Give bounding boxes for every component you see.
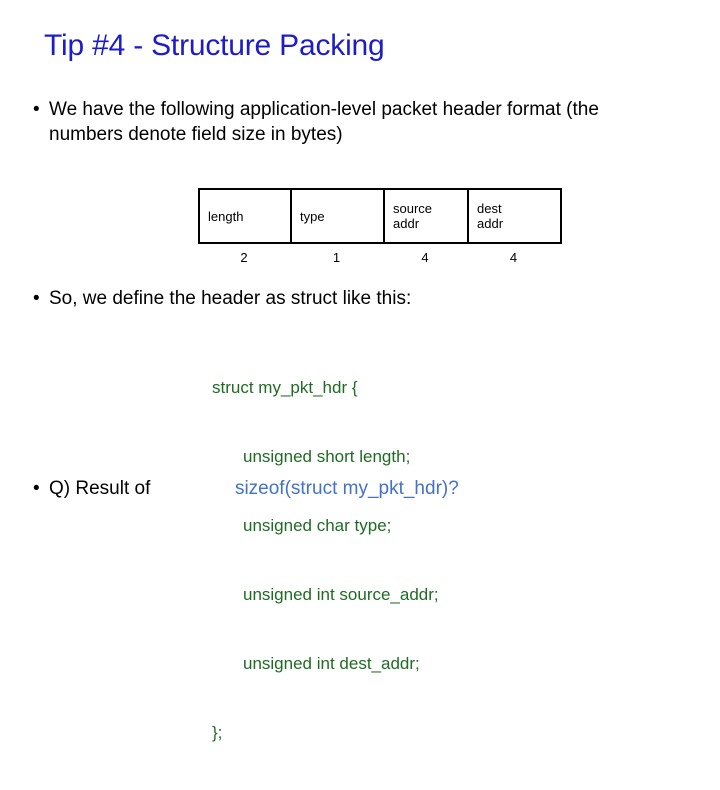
bullet-text-1: We have the following application-level … [49,99,599,145]
bullet-text-2: So, we define the header as struct like … [49,288,412,309]
slide-canvas: Tip #4 - Structure Packing • We have the… [0,0,720,742]
sizeof-expression: sizeof(struct my_pkt_hdr)? [234,478,459,499]
code-line-3: unsigned char type; [243,516,392,535]
packet-field-source-addr: source addr [383,188,469,244]
field-label-line1: source [393,201,433,216]
packet-field-dest-addr: dest addr [467,188,562,244]
field-label-line2: addr [477,216,504,231]
table-row: length type source addr dest addr [198,188,562,244]
packet-header-table: length type source addr dest addr [198,188,562,244]
field-size-source-addr: 4 [421,250,429,265]
bullet-marker-icon: • [33,478,40,499]
field-label-line1: dest [477,201,502,216]
bullet-item-2: • So, we define the header as struct lik… [27,286,687,312]
field-label-line1: type [300,208,325,224]
code-line-5: unsigned int dest_addr; [243,654,420,673]
field-size-type: 1 [332,250,341,265]
code-line-4: unsigned int source_addr; [243,585,439,604]
bullet-item-1: • We have the following application-leve… [27,97,687,147]
code-line-1: struct my_pkt_hdr { [212,378,358,397]
bullet-text-3: Q) Result of sizeof(struct my_pkt_hdr)? [49,476,459,501]
packet-field-length: length [198,188,292,244]
bullet-item-3: • Q) Result of sizeof(struct my_pkt_hdr)… [27,476,707,502]
field-size-dest-addr: 4 [509,250,518,265]
code-line-2: unsigned short length; [243,447,411,466]
packet-field-sizes-row: 2 1 4 4 [198,249,560,267]
bullet-marker-icon: • [33,99,40,120]
field-label-line2: addr [393,216,420,231]
packet-field-type: type [290,188,385,244]
field-size-length: 2 [240,250,248,265]
page-title: Tip #4 - Structure Packing [44,29,385,63]
struct-code-block: struct my_pkt_hdr { unsigned short lengt… [212,330,439,790]
bullet-marker-icon: • [33,288,40,309]
code-line-6: }; [212,723,223,742]
field-label-line1: length [208,208,244,224]
question-label: Q) Result of [49,478,151,499]
